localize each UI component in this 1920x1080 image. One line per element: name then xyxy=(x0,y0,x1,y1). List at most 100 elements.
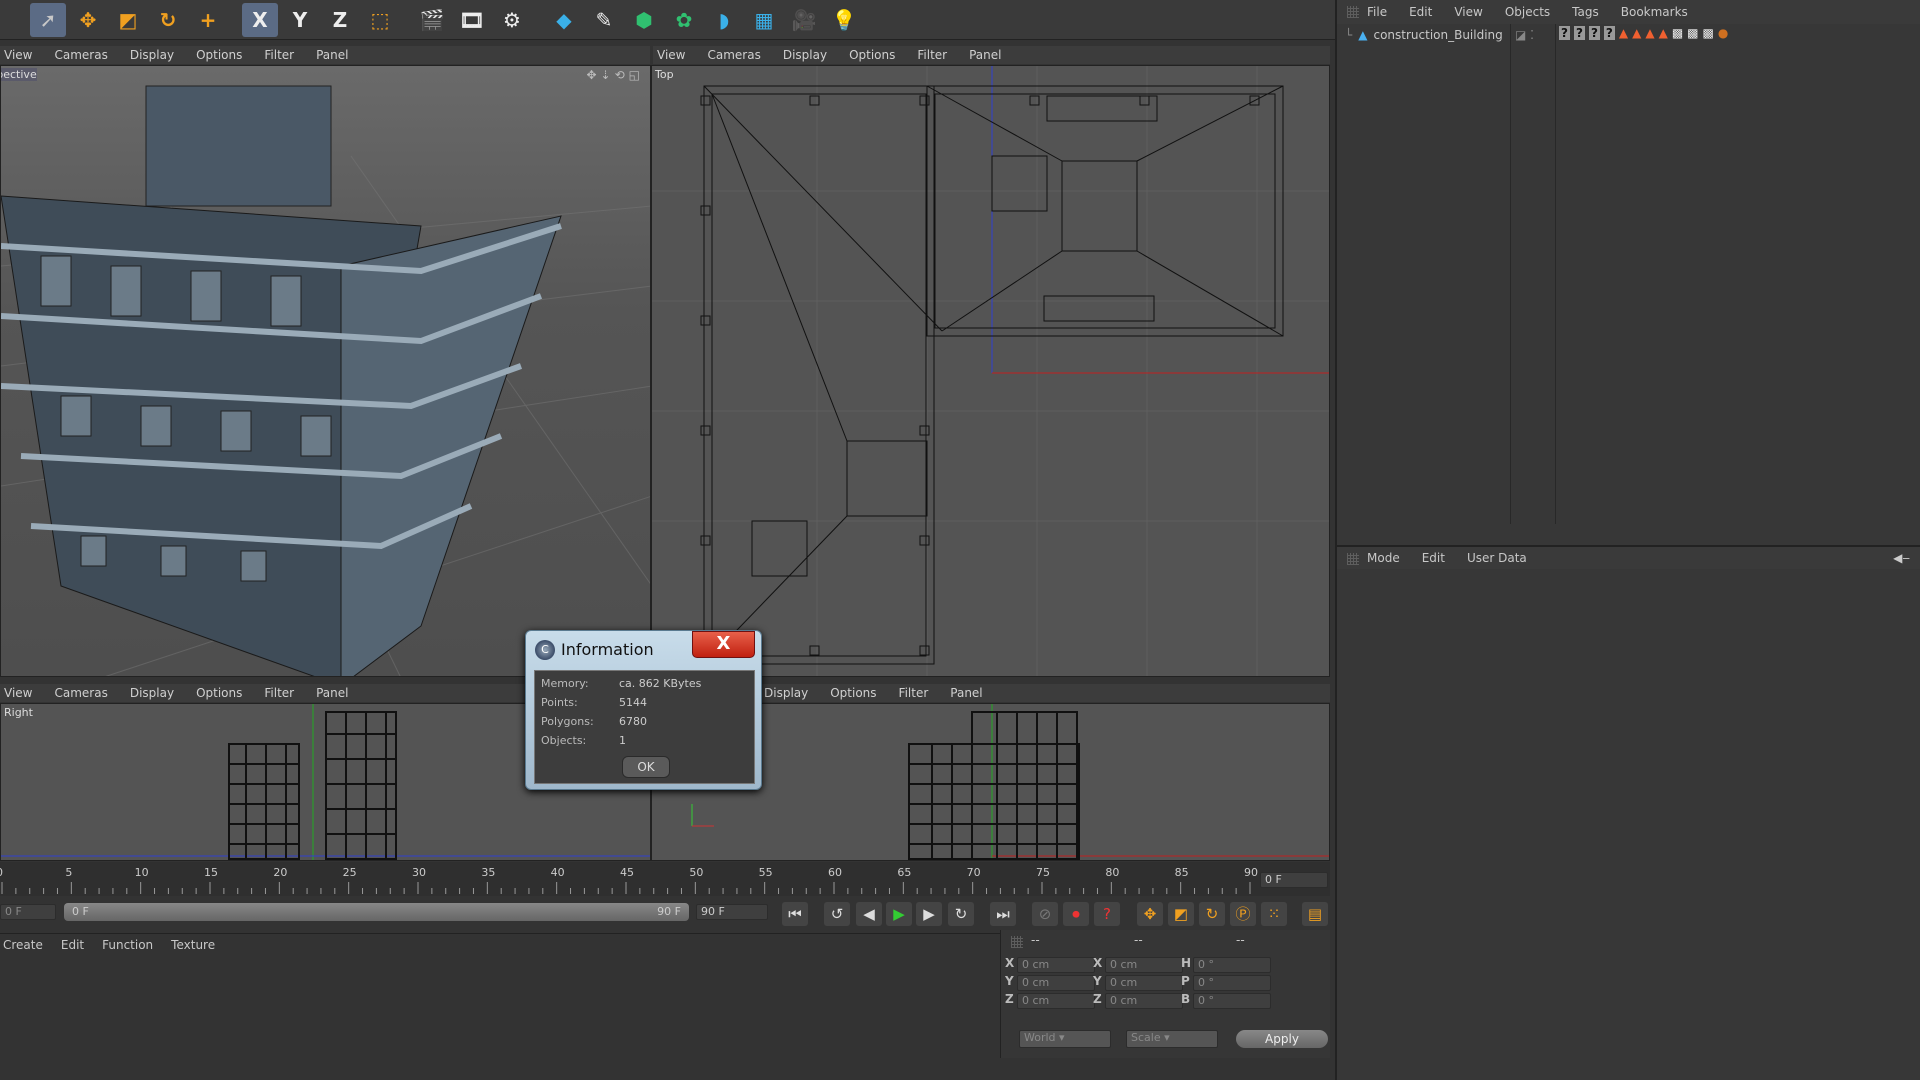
position-field[interactable]: 0 cm xyxy=(1017,957,1095,973)
menu-options[interactable]: Options xyxy=(196,48,242,62)
menu-view[interactable]: View xyxy=(4,48,32,62)
menu-tags[interactable]: Tags xyxy=(1572,5,1599,19)
position-field[interactable]: 0 cm xyxy=(1017,993,1095,1009)
coordinate-system-icon[interactable]: ⬚ xyxy=(362,3,398,37)
menu-panel[interactable]: Panel xyxy=(950,686,982,700)
key-point-level-icon[interactable]: ⁙ xyxy=(1261,902,1287,926)
menu-filter[interactable]: Filter xyxy=(899,686,929,700)
x-axis-lock-icon[interactable]: X xyxy=(242,2,278,37)
phong-tag-icon[interactable]: ▲ xyxy=(1645,26,1654,40)
menu-edit[interactable]: Edit xyxy=(1422,551,1445,565)
selection-tag-icon[interactable]: ● xyxy=(1718,26,1728,40)
texture-tag-icon[interactable]: ▩ xyxy=(1687,26,1698,40)
render-view-icon[interactable]: 🎬 xyxy=(414,3,450,37)
phong-tag-icon[interactable]: ▲ xyxy=(1619,26,1628,40)
menu-view[interactable]: View xyxy=(657,48,685,62)
top-viewport[interactable]: Top ✥⇣⟲◱ xyxy=(651,65,1330,677)
previous-frame-icon[interactable]: ◀ xyxy=(856,902,882,926)
menu-options[interactable]: Options xyxy=(196,686,242,700)
frame-range-slider[interactable]: 0 F 90 F xyxy=(64,903,689,921)
add-icon[interactable]: + xyxy=(190,3,226,37)
back-arrow-icon[interactable]: ◀‒ xyxy=(1893,551,1910,565)
menu-panel[interactable]: Panel xyxy=(316,48,348,62)
phong-tag-icon[interactable]: ▲ xyxy=(1659,26,1668,40)
key-scale-icon[interactable]: ◩ xyxy=(1168,902,1194,926)
autokey-icon[interactable]: ⏺ xyxy=(1063,902,1089,926)
ok-button[interactable]: OK xyxy=(622,756,670,778)
live-selection-icon[interactable]: ➚ xyxy=(30,2,66,37)
array-icon[interactable]: ✿ xyxy=(666,3,702,37)
camera-icon[interactable]: 🎥 xyxy=(786,3,822,37)
key-rotation-icon[interactable]: ↻ xyxy=(1199,902,1225,926)
light-icon[interactable]: 💡 xyxy=(826,3,862,37)
menu-objects[interactable]: Objects xyxy=(1505,5,1550,19)
y-axis-lock-icon[interactable]: Y xyxy=(282,3,318,37)
close-button[interactable]: X xyxy=(692,631,755,658)
cube-icon[interactable]: ◆ xyxy=(546,3,582,37)
texture-tag-icon[interactable]: ▩ xyxy=(1672,26,1683,40)
key-parameter-icon[interactable]: Ⓟ xyxy=(1230,902,1256,926)
size-field[interactable]: 0 cm xyxy=(1105,993,1183,1009)
menu-bookmarks[interactable]: Bookmarks xyxy=(1621,5,1688,19)
menu-cameras[interactable]: Cameras xyxy=(54,48,107,62)
object-row[interactable]: └ ▲ construction_Building xyxy=(1345,28,1503,42)
apply-button[interactable]: Apply xyxy=(1236,1030,1328,1048)
menu-file[interactable]: File xyxy=(1367,5,1387,19)
menu-create[interactable]: Create xyxy=(3,938,43,952)
menu-cameras[interactable]: Cameras xyxy=(707,48,760,62)
size-mode-select[interactable]: Scale ▾ xyxy=(1126,1030,1218,1048)
subdivision-surface-icon[interactable]: ⬢ xyxy=(626,3,662,37)
menu-display[interactable]: Display xyxy=(130,48,174,62)
timeline-ruler[interactable]: 0 5 10 15 20 25 30 35 40 45 50 55 60 65 70 75 80 85 90 0 F xyxy=(0,862,1330,896)
menu-function[interactable]: Function xyxy=(102,938,153,952)
menu-filter[interactable]: Filter xyxy=(264,48,294,62)
menu-view[interactable]: View xyxy=(1454,5,1482,19)
menu-display[interactable]: Display xyxy=(783,48,827,62)
deformer-icon[interactable]: ◗ xyxy=(706,3,742,37)
menu-texture[interactable]: Texture xyxy=(171,938,215,952)
end-frame-field[interactable]: 90 F xyxy=(696,904,768,920)
size-field[interactable]: 0 cm xyxy=(1105,975,1183,991)
previous-key-icon[interactable]: ↺ xyxy=(824,902,850,926)
move-icon[interactable]: ✥ xyxy=(70,3,106,37)
unknown-tag-icon[interactable]: ? xyxy=(1603,26,1615,40)
menu-options[interactable]: Options xyxy=(849,48,895,62)
menu-edit[interactable]: Edit xyxy=(1409,5,1432,19)
current-frame-field[interactable]: 0 F xyxy=(1260,872,1328,888)
scale-icon[interactable]: ◩ xyxy=(110,3,146,37)
menu-display[interactable]: Display xyxy=(764,686,808,700)
rotation-field[interactable]: 0 ° xyxy=(1193,957,1271,973)
visibility-toggle-icon[interactable]: ◪ ⁚ xyxy=(1515,28,1534,42)
perspective-viewport[interactable]: ✥⇣⟲◱ Perspective xyxy=(0,65,651,677)
timeline-window-icon[interactable]: ▤ xyxy=(1302,902,1328,926)
menu-panel[interactable]: Panel xyxy=(316,686,348,700)
unknown-tag-icon[interactable]: ? xyxy=(1588,26,1600,40)
rotate-icon[interactable]: ↻ xyxy=(150,3,186,37)
next-key-icon[interactable]: ↻ xyxy=(948,902,974,926)
menu-options[interactable]: Options xyxy=(830,686,876,700)
next-frame-icon[interactable]: ▶ xyxy=(916,902,942,926)
position-field[interactable]: 0 cm xyxy=(1017,975,1095,991)
rotation-field[interactable]: 0 ° xyxy=(1193,993,1271,1009)
viewport-nav-icons[interactable]: ✥⇣⟲◱ xyxy=(586,68,644,82)
start-frame-field[interactable]: 0 F xyxy=(0,904,56,920)
go-to-start-icon[interactable]: ⏮ xyxy=(782,902,808,926)
z-axis-lock-icon[interactable]: Z xyxy=(322,3,358,37)
menu-cameras[interactable]: Cameras xyxy=(54,686,107,700)
menu-edit[interactable]: Edit xyxy=(61,938,84,952)
menu-user-data[interactable]: User Data xyxy=(1467,551,1527,565)
menu-display[interactable]: Display xyxy=(130,686,174,700)
floor-icon[interactable]: ▦ xyxy=(746,3,782,37)
size-field[interactable]: 0 cm xyxy=(1105,957,1183,973)
menu-filter[interactable]: Filter xyxy=(917,48,947,62)
menu-view[interactable]: View xyxy=(4,686,32,700)
texture-tag-icon[interactable]: ▩ xyxy=(1703,26,1714,40)
menu-panel[interactable]: Panel xyxy=(969,48,1001,62)
render-settings-icon[interactable]: ⚙ xyxy=(494,3,530,37)
menu-mode[interactable]: Mode xyxy=(1367,551,1400,565)
menu-filter[interactable]: Filter xyxy=(264,686,294,700)
pen-spline-icon[interactable]: ✎ xyxy=(586,3,622,37)
rotation-field[interactable]: 0 ° xyxy=(1193,975,1271,991)
play-icon[interactable]: ▶ xyxy=(886,902,912,926)
coordinate-mode-select[interactable]: World ▾ xyxy=(1019,1030,1111,1048)
